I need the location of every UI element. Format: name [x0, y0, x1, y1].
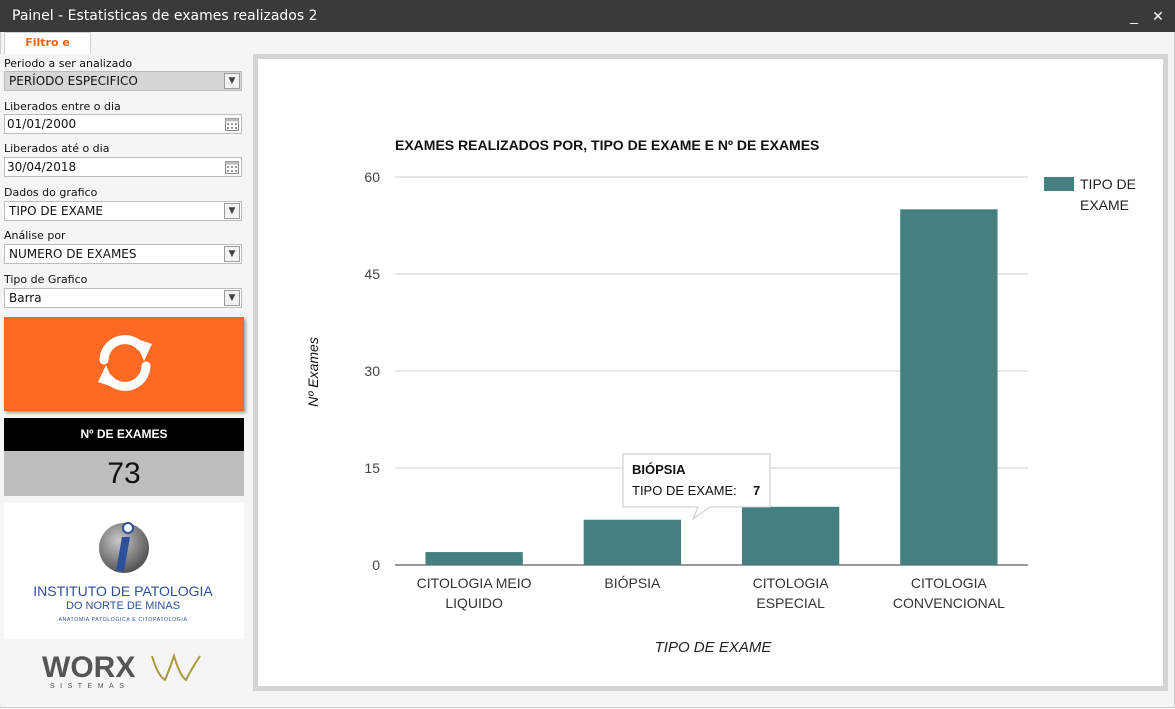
- period-select[interactable]: PERÍODO ESPECIFICO ▼: [4, 71, 242, 91]
- logo-line2: DO NORTE DE MINAS: [66, 600, 180, 612]
- analysis-select[interactable]: NUMERO DE EXAMES ▼: [4, 244, 242, 264]
- x-tick-label: BIÓPSIA: [604, 575, 661, 591]
- bar: [741, 506, 840, 565]
- to-date-value: 30/04/2018: [7, 160, 77, 174]
- y-tick-label: 30: [364, 363, 380, 379]
- to-date-label: Liberados até o dia: [4, 142, 110, 155]
- window-title: Painel - Estatisticas de exames realizad…: [12, 8, 318, 24]
- x-tick-label: CONVENCIONAL: [893, 595, 1005, 611]
- exam-count-value: 73: [4, 451, 244, 496]
- chevron-down-icon[interactable]: ▼: [224, 290, 240, 306]
- refresh-icon: [98, 335, 152, 391]
- x-tick-label: CITOLOGIA MEIO: [417, 575, 532, 591]
- chart-data-select[interactable]: TIPO DE EXAME ▼: [4, 201, 242, 221]
- tooltip-value: 7: [753, 483, 760, 498]
- title-bar: Painel - Estatisticas de exames realizad…: [0, 0, 1175, 32]
- worx-subtitle: SISTEMAS: [50, 683, 129, 690]
- x-tick-label: CITOLOGIA: [911, 575, 988, 591]
- analysis-value: NUMERO DE EXAMES: [9, 247, 137, 261]
- logo-line1: INSTITUTO DE PATOLOGIA: [33, 583, 213, 599]
- y-tick-label: 45: [364, 266, 380, 282]
- calendar-icon[interactable]: [225, 117, 239, 131]
- to-date-field[interactable]: 30/04/2018: [4, 157, 242, 177]
- bar: [900, 209, 998, 566]
- chart-data-value: TIPO DE EXAME: [9, 204, 103, 218]
- chart-title: EXAMES REALIZADOS POR, TIPO DE EXAME E N…: [395, 137, 819, 153]
- y-tick-label: 60: [364, 169, 380, 185]
- chart-data-label: Dados do grafico: [4, 186, 98, 199]
- period-label: Periodo a ser analizado: [4, 57, 133, 70]
- tooltip-label: TIPO DE EXAME:: [632, 483, 737, 498]
- legend-swatch: [1044, 177, 1074, 191]
- y-axis-label: Nº Exames: [305, 337, 321, 407]
- refresh-button[interactable]: [4, 317, 244, 411]
- institute-logo: INSTITUTO DE PATOLOGIA DO NORTE DE MINAS…: [4, 503, 244, 639]
- bar: [583, 519, 682, 565]
- tooltip-category: BIÓPSIA: [632, 462, 686, 477]
- x-tick-label: LIQUIDO: [445, 595, 503, 611]
- y-tick-label: 15: [364, 460, 380, 476]
- from-date-field[interactable]: 01/01/2000: [4, 114, 242, 134]
- chart-type-select[interactable]: Barra ▼: [4, 288, 242, 308]
- chart-frame: EXAMES REALIZADOS POR, TIPO DE EXAME E N…: [253, 54, 1168, 691]
- legend-label-line2: EXAME: [1080, 197, 1129, 213]
- x-axis-label: TIPO DE EXAME: [655, 639, 773, 656]
- x-tick-label: ESPECIAL: [756, 595, 825, 611]
- period-value: PERÍODO ESPECIFICO: [9, 74, 138, 88]
- chevron-down-icon[interactable]: ▼: [224, 73, 240, 89]
- minimize-button[interactable]: _: [1124, 6, 1144, 26]
- worx-name: WORX: [42, 651, 135, 684]
- from-date-value: 01/01/2000: [7, 117, 77, 131]
- chart-area: EXAMES REALIZADOS POR, TIPO DE EXAME E N…: [258, 59, 1163, 686]
- bar-chart: EXAMES REALIZADOS POR, TIPO DE EXAME E N…: [305, 137, 1136, 656]
- worx-logo: WORX SISTEMAS: [40, 650, 210, 690]
- logo-line3: ANATOMIA PATOLOGICA E CITOPATOLOGIA: [58, 617, 187, 623]
- y-tick-label: 0: [372, 557, 380, 573]
- chart-type-value: Barra: [9, 291, 42, 305]
- exam-count-header: Nº DE EXAMES: [4, 418, 244, 451]
- analysis-label: Análise por: [4, 229, 66, 242]
- tab-filtro-e-grafico[interactable]: Filtro e Grafico: [4, 32, 91, 69]
- from-date-label: Liberados entre o dia: [4, 100, 121, 113]
- chevron-down-icon[interactable]: ▼: [224, 246, 240, 262]
- chart-type-label: Tipo de Grafico: [4, 273, 88, 286]
- x-tick-label: CITOLOGIA: [753, 575, 830, 591]
- bar: [425, 552, 523, 565]
- chevron-down-icon[interactable]: ▼: [224, 203, 240, 219]
- legend-label-line1: TIPO DE: [1080, 176, 1136, 192]
- calendar-icon[interactable]: [225, 160, 239, 174]
- close-button[interactable]: ✕: [1148, 6, 1168, 26]
